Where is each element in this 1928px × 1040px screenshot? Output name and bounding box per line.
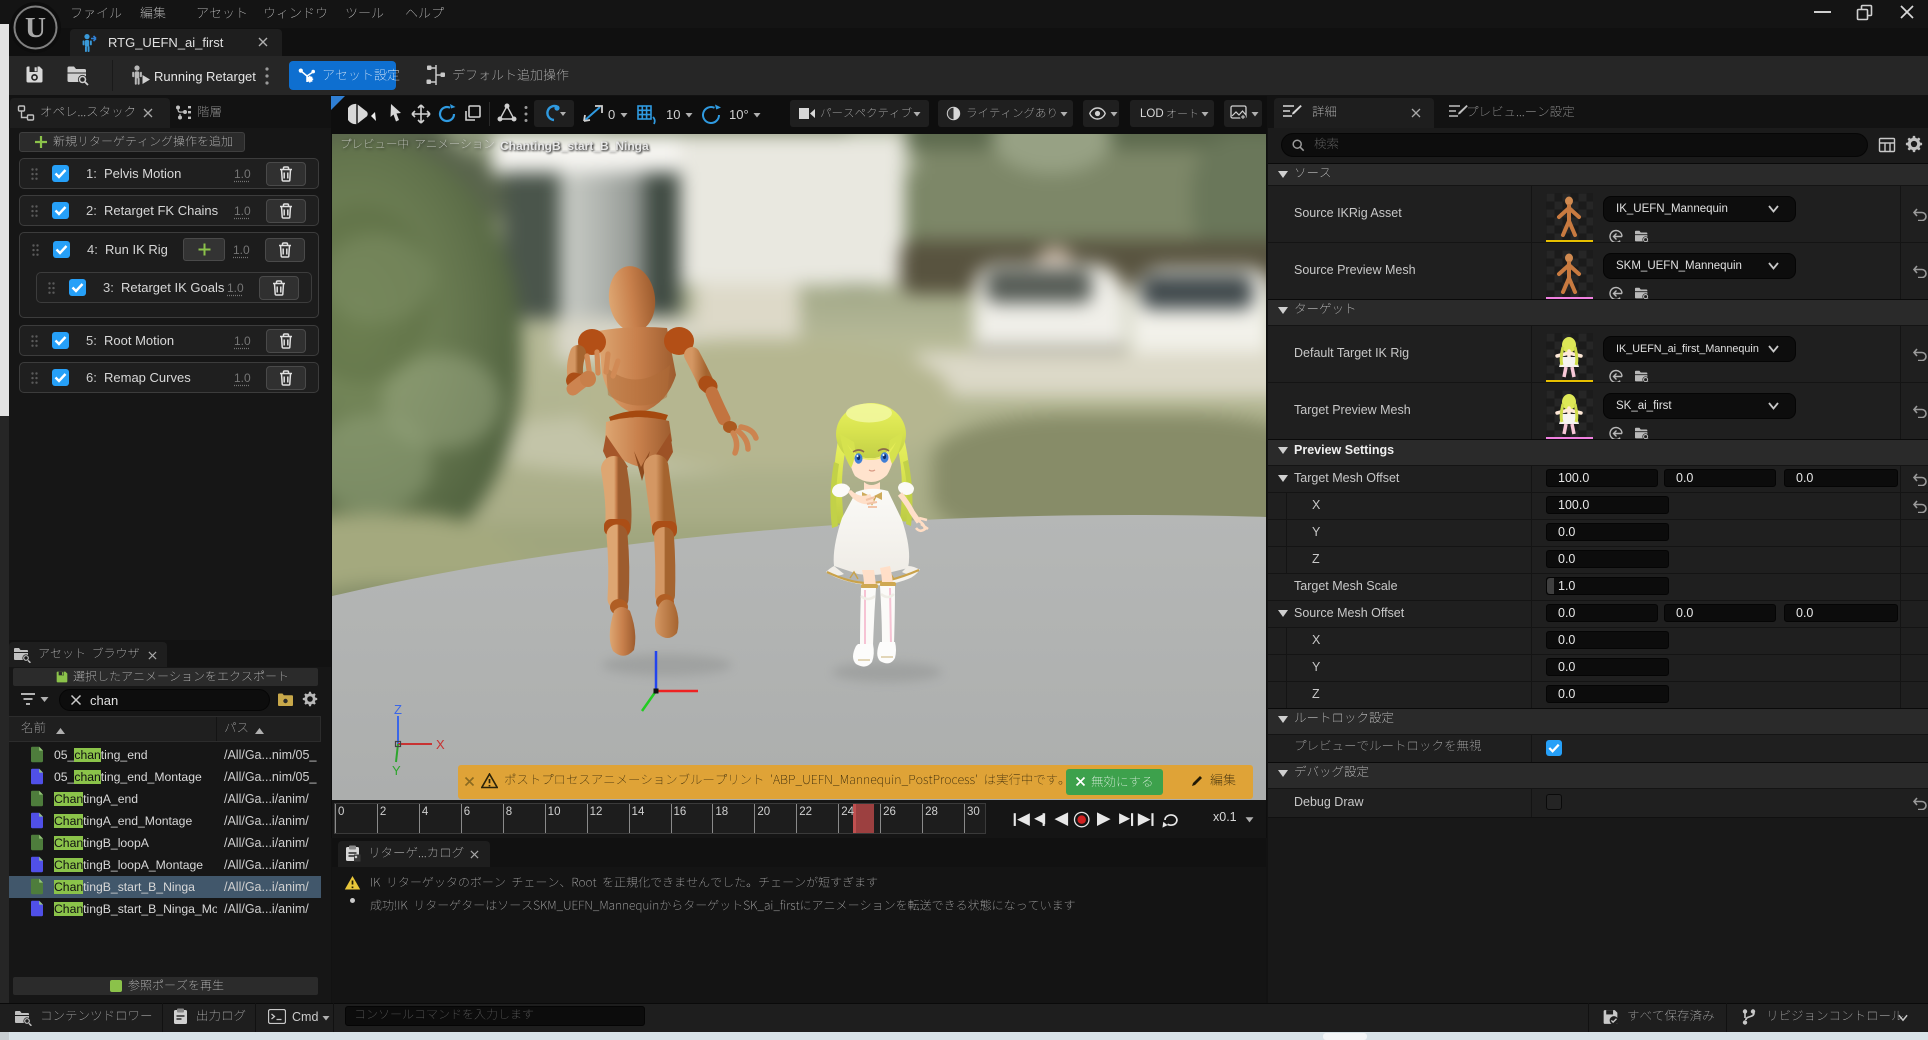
svg-text:Y: Y bbox=[392, 763, 401, 778]
svg-text:X: X bbox=[436, 737, 445, 752]
svg-text:U: U bbox=[25, 12, 46, 44]
svg-text:Z: Z bbox=[394, 704, 402, 717]
